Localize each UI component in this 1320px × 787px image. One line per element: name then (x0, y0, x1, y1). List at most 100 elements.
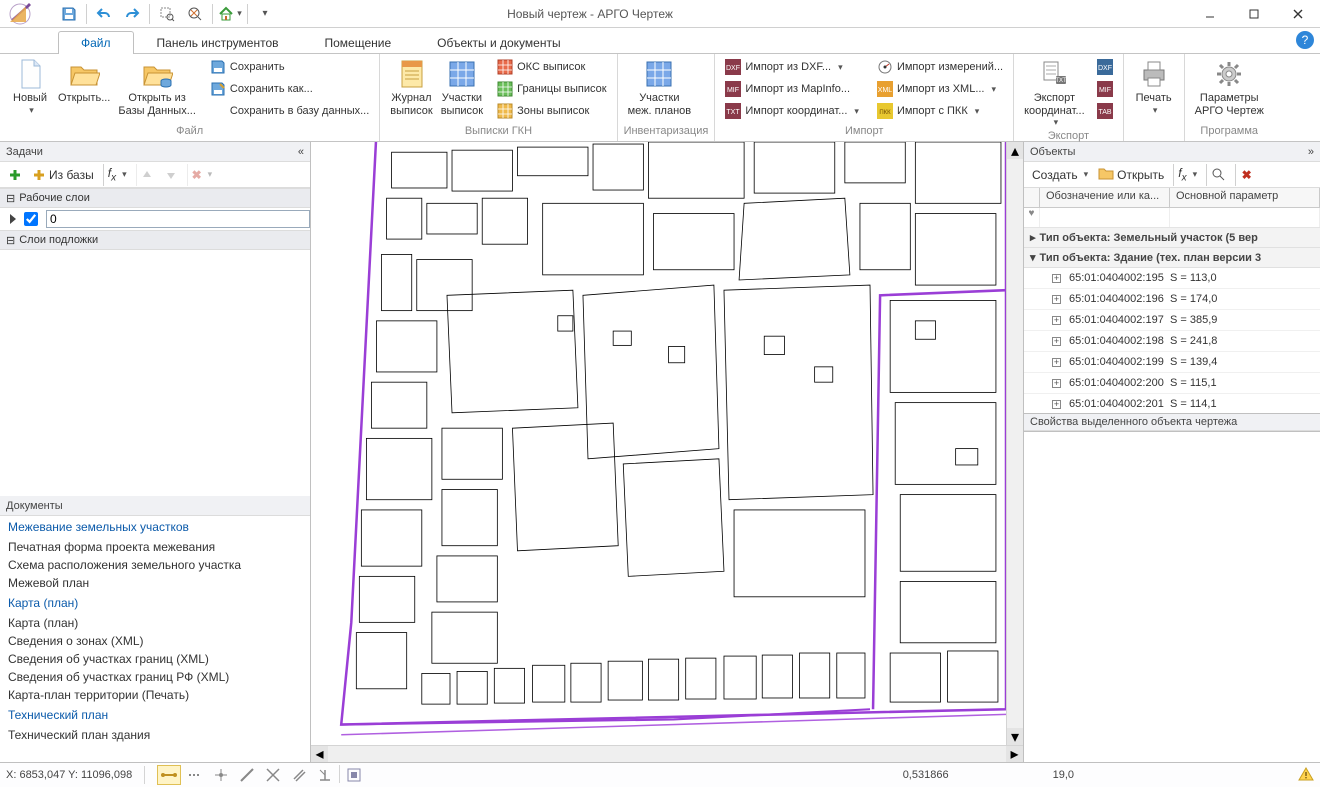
fx-obj-button[interactable]: fx (1173, 164, 1201, 186)
create-button[interactable]: Создать (1028, 164, 1092, 186)
qat-customize-icon[interactable]: ▾ (252, 3, 278, 25)
tab-tools-panel[interactable]: Панель инструментов (134, 31, 302, 54)
delete-obj-button[interactable]: ✖ (1235, 164, 1257, 186)
add-layer-button[interactable] (4, 164, 26, 186)
doc-group-karta[interactable]: Карта (план) (0, 592, 310, 614)
import-xml-button[interactable]: XMLИмпорт из XML... (873, 78, 1007, 100)
zoom-to-button[interactable] (1206, 164, 1230, 186)
layer-name-input[interactable] (46, 210, 310, 228)
import-coords-button[interactable]: TXTИмпорт координат... (721, 100, 863, 122)
obj-group-building[interactable]: ▾Тип объекта: Здание (тех. план версии 3 (1024, 248, 1320, 268)
open-from-db-button[interactable]: Открыть из Базы Данных... (114, 56, 200, 119)
snap-edge-icon[interactable] (235, 765, 259, 785)
obj-row[interactable]: +65:01:0404002:200S = 115,1 (1024, 373, 1320, 394)
import-dxf-button[interactable]: DXFИмпорт из DXF... (721, 56, 863, 78)
doc-item[interactable]: Схема расположения земельного участка (0, 556, 310, 574)
baselayers-section[interactable]: ⊟Слои подложки (0, 230, 310, 250)
help-icon[interactable]: ? (1296, 31, 1314, 49)
parcels-button[interactable]: Участки выписок (437, 56, 487, 119)
layer-visible-checkbox[interactable] (24, 212, 38, 226)
canvas[interactable] (311, 142, 1006, 745)
qat-redo-icon[interactable] (119, 3, 145, 25)
doc-item[interactable]: Межевой план (0, 574, 310, 592)
export-mif-button[interactable]: MIF (1093, 78, 1117, 100)
obj-row[interactable]: +65:01:0404002:196S = 174,0 (1024, 289, 1320, 310)
import-meas-button[interactable]: Импорт измерений... (873, 56, 1007, 78)
export-tab-button[interactable]: TAB (1093, 100, 1117, 122)
obj-row[interactable]: +65:01:0404002:201S = 114,1 (1024, 394, 1320, 413)
ribbon-group-import-label: Импорт (721, 125, 1007, 141)
doc-item[interactable]: Печатная форма проекта межевания (0, 538, 310, 556)
from-db-button[interactable]: Из базы (28, 164, 98, 186)
snap-intersection-icon[interactable] (261, 765, 285, 785)
qat-zoom-extents-icon[interactable] (182, 3, 208, 25)
save-as-button[interactable]: Сохранить как... (206, 78, 373, 100)
snap-parallel-icon[interactable] (287, 765, 311, 785)
tab-file[interactable]: Файл (58, 31, 134, 54)
qat-undo-icon[interactable] (91, 3, 117, 25)
doc-group-mez[interactable]: Межевание земельных участков (0, 516, 310, 538)
col-main-param[interactable]: Основной параметр (1170, 188, 1320, 207)
panel-collapse-icon[interactable]: « (298, 146, 304, 158)
borders-button[interactable]: Границы выписок (493, 78, 610, 100)
open-object-button[interactable]: Открыть (1094, 164, 1168, 186)
doc-group-tech[interactable]: Технический план (0, 704, 310, 726)
obj-row[interactable]: +65:01:0404002:198S = 241,8 (1024, 331, 1320, 352)
minimize-button[interactable] (1188, 0, 1232, 28)
save-icon (210, 59, 226, 75)
settings-button[interactable]: Параметры АРГО Чертеж (1191, 56, 1268, 119)
doc-item[interactable]: Карта-план территории (Печать) (0, 686, 310, 704)
tab-objects-docs[interactable]: Объекты и документы (414, 31, 583, 54)
up-button[interactable] (136, 164, 158, 186)
maximize-button[interactable] (1232, 0, 1276, 28)
qat-home-icon[interactable] (217, 3, 243, 25)
doc-item[interactable]: Технический план здания (0, 726, 310, 744)
print-button[interactable]: Печать (1130, 56, 1178, 118)
snap-endpoint-icon[interactable] (157, 765, 181, 785)
snap-perp-icon[interactable] (313, 765, 337, 785)
oks-button[interactable]: ОКС выписок (493, 56, 610, 78)
delete-button[interactable]: ✖ (187, 164, 217, 186)
objects-filter-row[interactable]: ♥ (1024, 208, 1320, 228)
close-button[interactable] (1276, 0, 1320, 28)
tasks-toolbar: Из базы fx ✖ (0, 162, 310, 188)
col-designation[interactable]: Обозначение или ка... (1040, 188, 1170, 207)
journal-button[interactable]: Журнал выписок (386, 56, 436, 119)
obj-group-land[interactable]: ▸Тип объекта: Земельный участок (5 вер (1024, 228, 1320, 248)
warning-icon[interactable] (1298, 766, 1314, 785)
tab-room[interactable]: Помещение (302, 31, 415, 54)
grid-red-icon (497, 59, 513, 75)
obj-row[interactable]: +65:01:0404002:199S = 139,4 (1024, 352, 1320, 373)
new-button[interactable]: Новый (6, 56, 54, 118)
layer-row[interactable] (0, 208, 310, 230)
export-coords-button[interactable]: TXT Экспорт координат... (1020, 56, 1089, 130)
import-mapinfo-button[interactable]: MIFИмпорт из MapInfo... (721, 78, 863, 100)
qat-zoom-selection-icon[interactable] (154, 3, 180, 25)
doc-item[interactable]: Сведения о зонах (XML) (0, 632, 310, 650)
import-pkk-button[interactable]: ПККИмпорт с ПКК (873, 100, 1007, 122)
snap-midpoint-icon[interactable] (183, 765, 207, 785)
canvas-vscroll[interactable]: ▴▾ (1006, 142, 1023, 745)
obj-row[interactable]: +65:01:0404002:197S = 385,9 (1024, 310, 1320, 331)
zones-button[interactable]: Зоны выписок (493, 100, 610, 122)
mez-parcels-button[interactable]: Участки меж. планов (624, 56, 696, 119)
ribbon-group-inv-label: Инвентаризация (624, 125, 709, 141)
save-button[interactable]: Сохранить (206, 56, 373, 78)
qat-save-icon[interactable] (56, 3, 82, 25)
panel-collapse-icon[interactable]: » (1308, 146, 1314, 158)
bounds-icon[interactable] (342, 765, 366, 785)
layers-section[interactable]: ⊟Рабочие слои (0, 188, 310, 208)
doc-item[interactable]: Сведения об участках границ РФ (XML) (0, 668, 310, 686)
save-to-db-button[interactable]: Сохранить в базу данных... (206, 100, 373, 122)
quick-access-toolbar: ▾ (48, 3, 278, 25)
canvas-hscroll[interactable]: ◂▸ (311, 745, 1023, 762)
snap-center-icon[interactable] (209, 765, 233, 785)
fx-button[interactable]: fx (103, 164, 131, 186)
down-button[interactable] (160, 164, 182, 186)
open-button[interactable]: Открыть... (54, 56, 114, 107)
export-dxf-button[interactable]: DXF (1093, 56, 1117, 78)
obj-row[interactable]: +65:01:0404002:195S = 113,0 (1024, 268, 1320, 289)
doc-item[interactable]: Карта (план) (0, 614, 310, 632)
doc-item[interactable]: Сведения об участках границ (XML) (0, 650, 310, 668)
svg-text:MIF: MIF (1099, 87, 1111, 94)
